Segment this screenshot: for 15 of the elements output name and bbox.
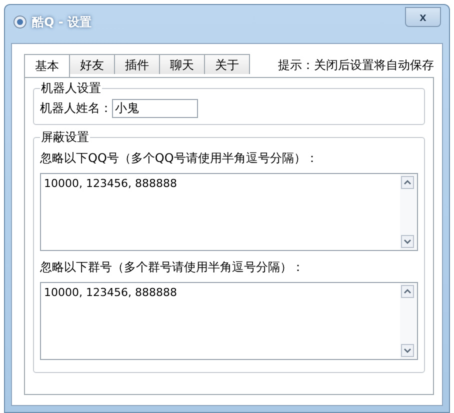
window-title: 酷Q - 设置 [32, 14, 92, 30]
tab[interactable]: 好友 [69, 54, 115, 74]
tab[interactable]: 聊天 [159, 54, 205, 74]
field-label: 忽略以下群号（多个群号请使用半角逗号分隔）： [40, 259, 305, 276]
tab[interactable]: 关于 [204, 54, 250, 74]
field-label: 机器人姓名： [40, 100, 112, 117]
app-icon [13, 15, 27, 29]
name-input[interactable]: 小鬼 [112, 99, 198, 118]
group-title: 屏蔽设置 [40, 129, 90, 146]
hint-text: 提示：关闭后设置将自动保存 [278, 57, 434, 74]
tab[interactable]: 基本 [24, 54, 70, 77]
group-title: 机器人设置 [40, 80, 102, 97]
tab[interactable]: 插件 [114, 54, 160, 74]
field-label: 忽略以下QQ号（多个QQ号请使用半角逗号分隔）： [40, 150, 319, 167]
close-button[interactable]: x [405, 7, 441, 27]
